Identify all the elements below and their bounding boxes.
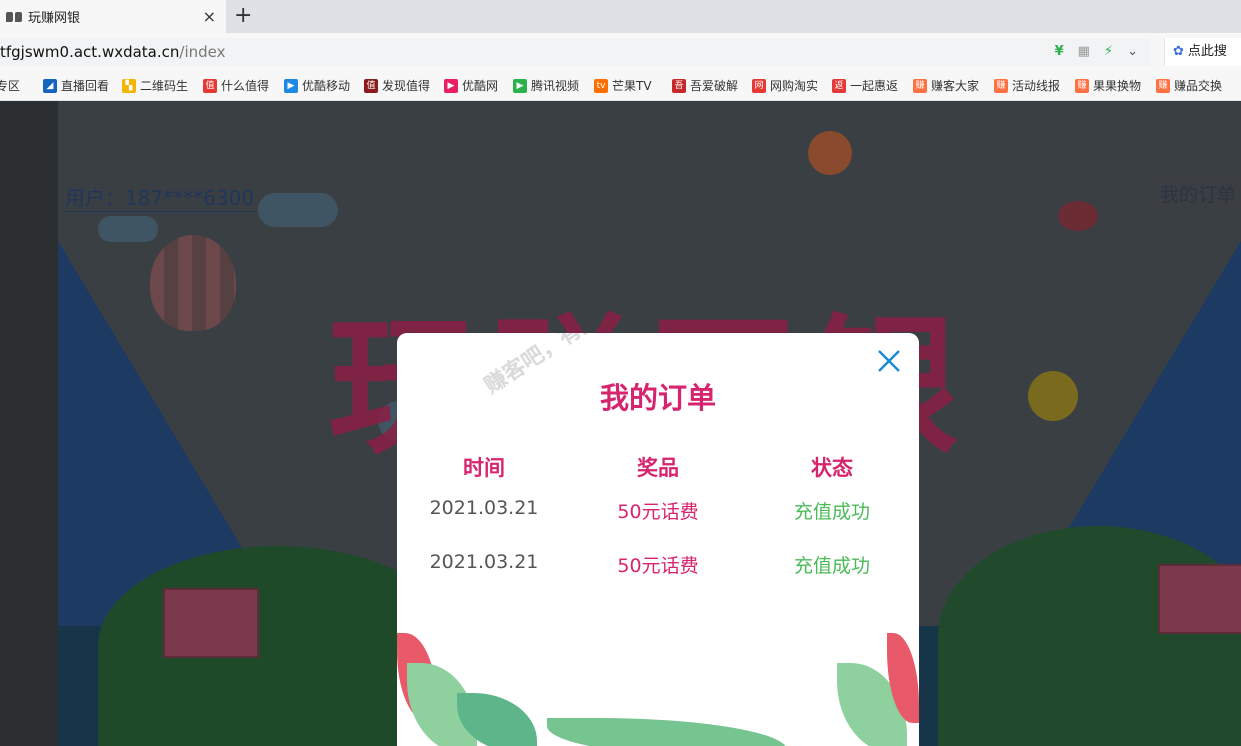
gift-box-decoration: [1158, 564, 1241, 634]
url-icons: ¥ ▦ ⚡ ⌄: [1055, 38, 1138, 66]
bookmark-favicon-icon: tv: [594, 79, 608, 93]
bookmarks-bar: 专区◢直播回看▚二维码生值什么值得▶优酷移动值发现值得▶优酷网▶腾讯视频tv芒果…: [0, 71, 1241, 101]
bookmark-favicon-icon: 吾: [672, 79, 686, 93]
address-bar: tfgjswm0.act.wxdata.cn/index ¥ ▦ ⚡ ⌄ ✿ 点此…: [0, 33, 1241, 71]
bookmark-label: 二维码生: [140, 79, 189, 93]
page-viewport: 玩赚网银 用户：187****6300 我的订单 我的订单 时间 奖品 状态 2…: [0, 101, 1241, 746]
bookmark-item[interactable]: 赚活动线报: [994, 77, 1074, 95]
bookmark-item[interactable]: tv 芒果TV: [594, 77, 674, 95]
bookmark-label: 赚品交换: [1174, 79, 1223, 93]
bookmark-label: 果果换物: [1093, 79, 1142, 93]
orders-modal: 我的订单 时间 奖品 状态 2021.03.21 50元话费 充值成功 2021…: [397, 333, 919, 746]
flower-decoration: [808, 131, 852, 175]
bookmark-item[interactable]: ▶ 腾讯视频: [513, 77, 593, 95]
bookmark-label: 腾讯视频: [531, 79, 580, 93]
modal-title: 我的订单: [599, 381, 716, 415]
new-tab-button[interactable]: +: [234, 3, 252, 29]
bookmark-item[interactable]: ◢ 直播回看: [43, 77, 123, 95]
bookmark-favicon-icon: 返: [832, 79, 846, 93]
bookmark-favicon-icon: 值: [364, 79, 378, 93]
my-orders-button[interactable]: 我的订单: [1145, 177, 1241, 213]
search-box[interactable]: ✿ 点此搜: [1164, 38, 1241, 66]
bookmark-favicon-icon: 赚: [994, 79, 1008, 93]
bookmark-label: 优酷网: [462, 79, 499, 93]
bookmark-item[interactable]: 吾吾爱破解: [672, 77, 752, 95]
close-icon[interactable]: [877, 349, 901, 373]
foliage-decoration: [938, 526, 1241, 746]
hot-air-balloon-decoration: [150, 235, 236, 331]
url-field[interactable]: tfgjswm0.act.wxdata.cn/index ¥ ▦ ⚡ ⌄: [0, 38, 1150, 66]
order-date: 2021.03.21: [429, 497, 539, 519]
bookmark-favicon-icon: 网: [752, 79, 766, 93]
chevron-down-icon[interactable]: ⌄: [1127, 38, 1138, 66]
cloud-decoration: [258, 193, 338, 227]
bookmark-favicon-icon: 赚: [913, 79, 927, 93]
bookmark-label: 赚客大家: [931, 79, 980, 93]
bookmark-item[interactable]: 赚果果换物: [1075, 77, 1155, 95]
bookmark-favicon-icon: ▶: [513, 79, 527, 93]
bookmark-label: 网购淘实: [770, 79, 819, 93]
search-label: 点此搜: [1187, 44, 1227, 59]
order-prize: 50元话费: [617, 555, 699, 577]
order-prize: 50元话费: [617, 501, 699, 523]
qr-grid-icon[interactable]: ▦: [1078, 38, 1090, 66]
site-favicon-icon: [6, 11, 22, 22]
url-host: tfgjswm0.act.wxdata.cn: [0, 43, 180, 61]
bookmark-item[interactable]: 网网购淘实: [752, 77, 832, 95]
bookmark-item[interactable]: 赚赚客大家: [913, 77, 993, 95]
bookmark-item[interactable]: ▶ 优酷移动: [284, 77, 364, 95]
bookmark-label: 一起惠返: [850, 79, 899, 93]
bookmark-favicon-icon: 值: [203, 79, 217, 93]
tab-strip: 玩赚网银 × +: [0, 0, 1241, 33]
tab-close-icon[interactable]: ×: [203, 7, 216, 26]
bolt-icon[interactable]: ⚡: [1104, 38, 1113, 66]
order-status: 充值成功: [793, 501, 870, 523]
bookmark-item[interactable]: 返一起惠返: [832, 77, 912, 95]
bookmark-label: 吾爱破解: [690, 79, 739, 93]
bookmark-item[interactable]: 值发现值得: [364, 77, 444, 95]
bookmark-label: 什么值得: [221, 79, 270, 93]
column-header-status: 状态: [811, 456, 853, 480]
bookmark-label: 芒果TV: [612, 79, 652, 93]
tab-title: 玩赚网银: [28, 11, 81, 26]
cloud-decoration: [98, 216, 158, 242]
bookmark-item[interactable]: 赚赚品交换: [1156, 77, 1236, 95]
baidu-paw-icon: ✿: [1173, 44, 1184, 59]
column-header-prize: 奖品: [637, 456, 679, 480]
flower-decoration: [1028, 371, 1078, 421]
bookmark-favicon-icon: 赚: [1156, 79, 1170, 93]
order-date: 2021.03.21: [429, 551, 539, 573]
leaf-decoration: [547, 718, 787, 746]
order-status: 充值成功: [793, 555, 870, 577]
bookmark-favicon-icon: ▶: [284, 79, 298, 93]
bookmark-item[interactable]: ▚ 二维码生: [122, 77, 202, 95]
gift-box-decoration: [163, 588, 259, 658]
bookmark-label: 直播回看: [61, 79, 110, 93]
url-path: /index: [179, 43, 226, 61]
bookmark-item[interactable]: 值什么值得: [203, 77, 283, 95]
bookmark-favicon-icon: ▶: [444, 79, 458, 93]
bookmark-label: 活动线报: [1012, 79, 1061, 93]
column-header-time: 时间: [463, 456, 505, 480]
bookmark-favicon-icon: ▚: [122, 79, 136, 93]
bookmark-label: 专区: [0, 79, 21, 93]
bookmark-item[interactable]: ▶ 优酷网: [444, 77, 524, 95]
bookmark-label: 优酷移动: [302, 79, 351, 93]
bookmark-favicon-icon: 赚: [1075, 79, 1089, 93]
active-tab[interactable]: 玩赚网银 ×: [0, 0, 226, 33]
yen-icon[interactable]: ¥: [1055, 38, 1064, 66]
flower-decoration: [1058, 201, 1098, 231]
bookmark-favicon-icon: ◢: [43, 79, 57, 93]
bookmark-label: 发现值得: [382, 79, 431, 93]
user-phone-link[interactable]: 用户：187****6300: [65, 185, 255, 212]
